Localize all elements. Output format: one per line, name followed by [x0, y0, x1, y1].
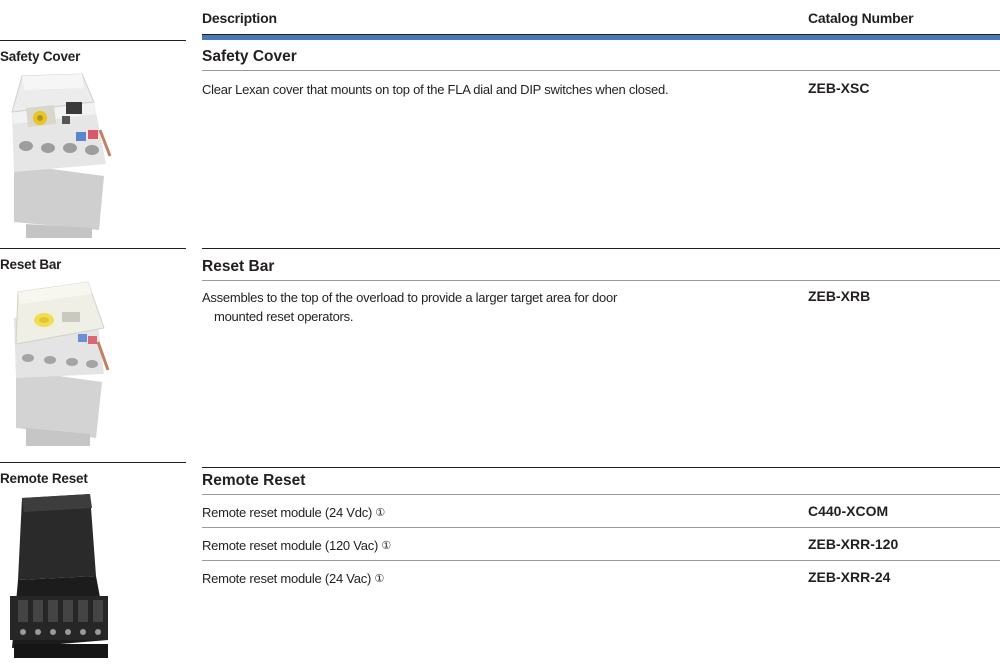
- description-cell: Remote reset module (120 Vac): [202, 538, 379, 553]
- section-rule: [202, 467, 1000, 468]
- footnote-marker: ①: [374, 573, 385, 585]
- description-cell: Assembles to the top of the overload to …: [202, 288, 792, 326]
- side-title-safety-cover: Safety Cover: [0, 49, 81, 64]
- section-divider: [202, 280, 1000, 281]
- table-row: Remote reset module (120 Vac) ①: [202, 536, 391, 557]
- catalog-number-cell: ZEB-XRB: [808, 288, 871, 304]
- section-title-reset-bar: Reset Bar: [202, 258, 275, 275]
- catalog-number-cell: ZEB-XRR-120: [808, 536, 899, 552]
- description-line: mounted reset operators.: [214, 309, 354, 324]
- table-row: Remote reset module (24 Vac) ①: [202, 569, 384, 590]
- catalog-number-cell: ZEB-XSC: [808, 80, 870, 96]
- section-rule: [202, 248, 1000, 249]
- side-rule: [0, 40, 186, 41]
- catalog-number-cell: ZEB-XRR-24: [808, 569, 891, 585]
- side-title-reset-bar: Reset Bar: [0, 257, 62, 272]
- description-cell: Remote reset module (24 Vdc): [202, 505, 373, 520]
- section-title-remote-reset: Remote Reset: [202, 472, 306, 489]
- row-divider: [202, 560, 1000, 561]
- side-rule: [0, 248, 186, 249]
- row-divider: [202, 527, 1000, 528]
- column-header-description: Description: [202, 10, 277, 26]
- reset-bar-product-image: [4, 278, 116, 446]
- footnote-marker: ①: [375, 507, 386, 519]
- description-cell: Remote reset module (24 Vac): [202, 571, 372, 586]
- remote-reset-module-image: [4, 490, 116, 661]
- section-divider: [202, 494, 1000, 495]
- catalog-number-cell: C440-XCOM: [808, 503, 889, 519]
- table-row: Remote reset module (24 Vdc) ①: [202, 503, 385, 524]
- section-divider: [202, 70, 1000, 71]
- safety-cover-product-image: [4, 72, 116, 238]
- description-line: Assembles to the top of the overload to …: [202, 290, 618, 305]
- column-header-catalog-number: Catalog Number: [808, 10, 914, 26]
- footnote-marker: ①: [381, 540, 392, 552]
- header-accent-bar: [202, 35, 1000, 40]
- description-cell: Clear Lexan cover that mounts on top of …: [202, 82, 669, 97]
- section-title-safety-cover: Safety Cover: [202, 48, 297, 65]
- side-title-remote-reset: Remote Reset: [0, 471, 88, 486]
- side-rule: [0, 462, 186, 463]
